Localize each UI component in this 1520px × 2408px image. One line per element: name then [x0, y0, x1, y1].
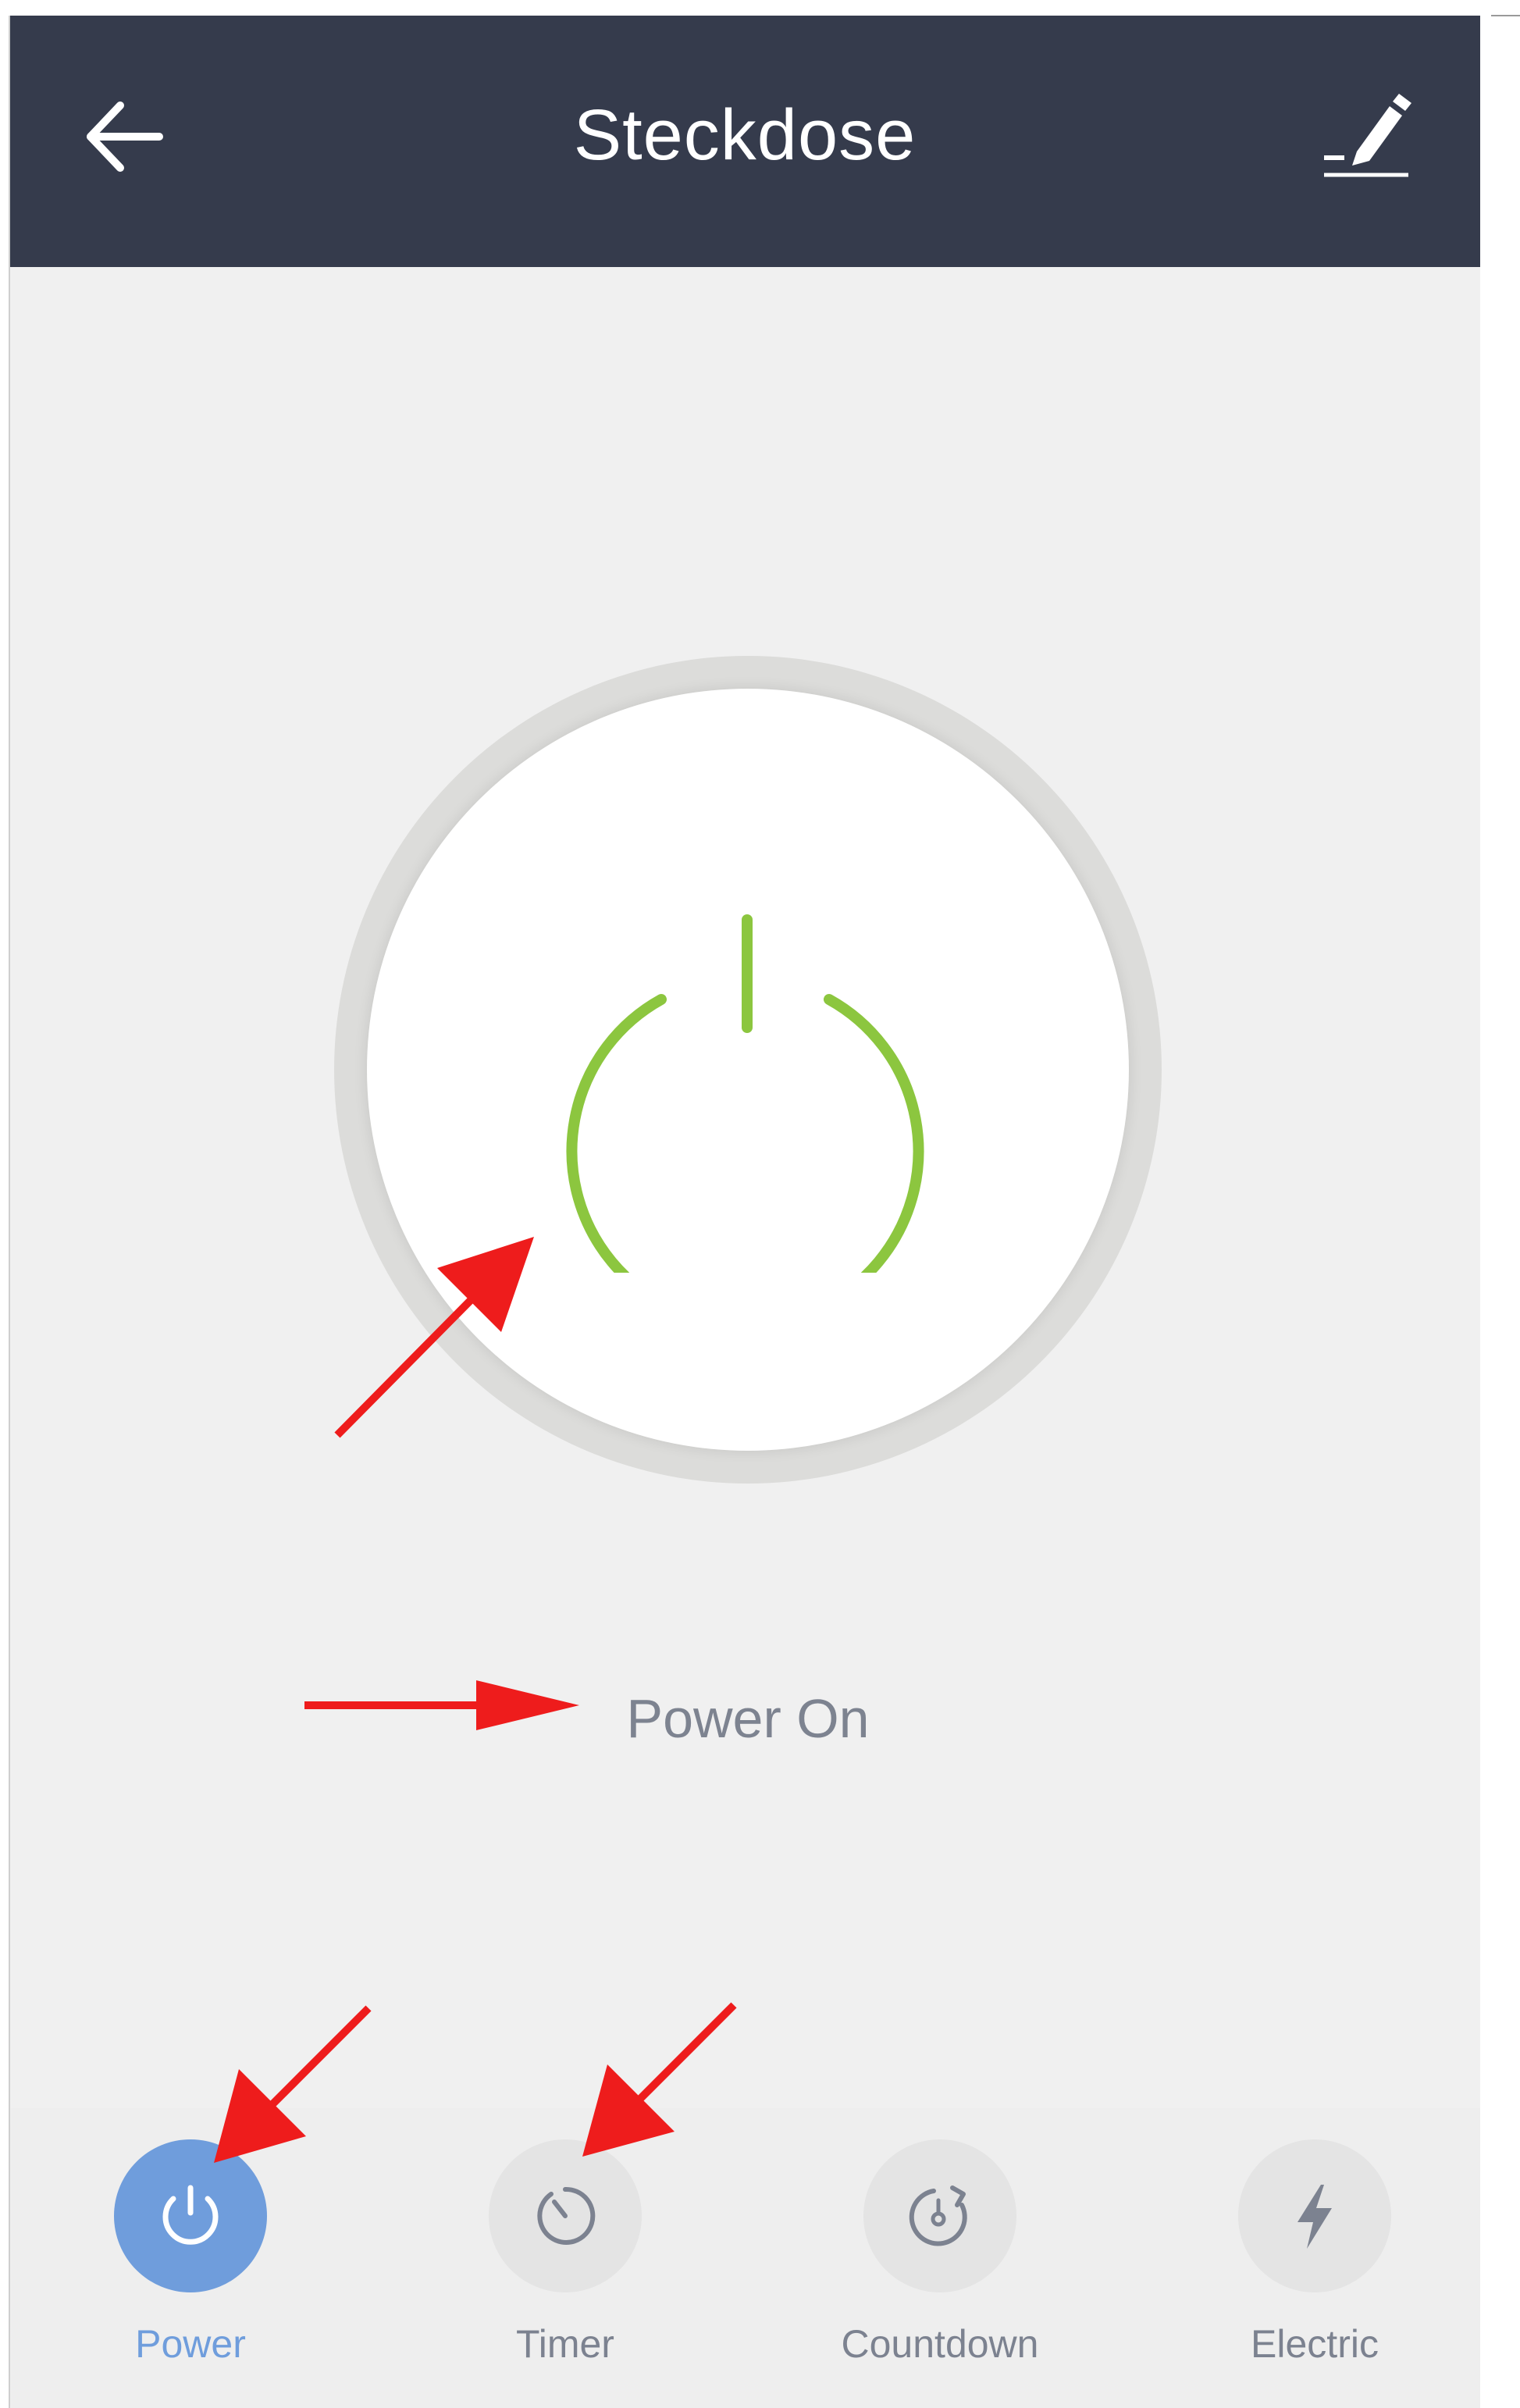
tab-electric-label: Electric — [1251, 2322, 1379, 2366]
power-icon — [162, 2185, 219, 2245]
tab-electric-circle — [1238, 2139, 1391, 2292]
tab-timer[interactable]: Timer — [448, 2139, 682, 2374]
tab-countdown[interactable]: Countdown — [823, 2139, 1057, 2374]
edit-button[interactable] — [1313, 84, 1415, 186]
tab-timer-label: Timer — [516, 2322, 614, 2366]
tab-power-label: Power — [135, 2322, 246, 2366]
app-screen: Steckdose Power On Power Timer Countdown… — [9, 16, 1480, 2408]
countdown-icon — [909, 2185, 967, 2246]
page-title: Steckdose — [573, 95, 917, 175]
header-bar: Steckdose — [9, 16, 1480, 267]
tab-electric[interactable]: Electric — [1198, 2139, 1432, 2374]
clock-icon — [537, 2186, 596, 2245]
tab-countdown-circle — [863, 2139, 1016, 2292]
power-status-text: Power On — [626, 1688, 870, 1749]
tab-power[interactable]: Power — [73, 2139, 308, 2374]
tab-countdown-label: Countdown — [841, 2322, 1039, 2366]
pencil-edit-icon — [1324, 94, 1411, 177]
tab-timer-circle — [489, 2139, 642, 2292]
tab-power-circle — [114, 2139, 267, 2292]
power-icon — [566, 914, 924, 1273]
lightning-icon — [1298, 2185, 1332, 2249]
